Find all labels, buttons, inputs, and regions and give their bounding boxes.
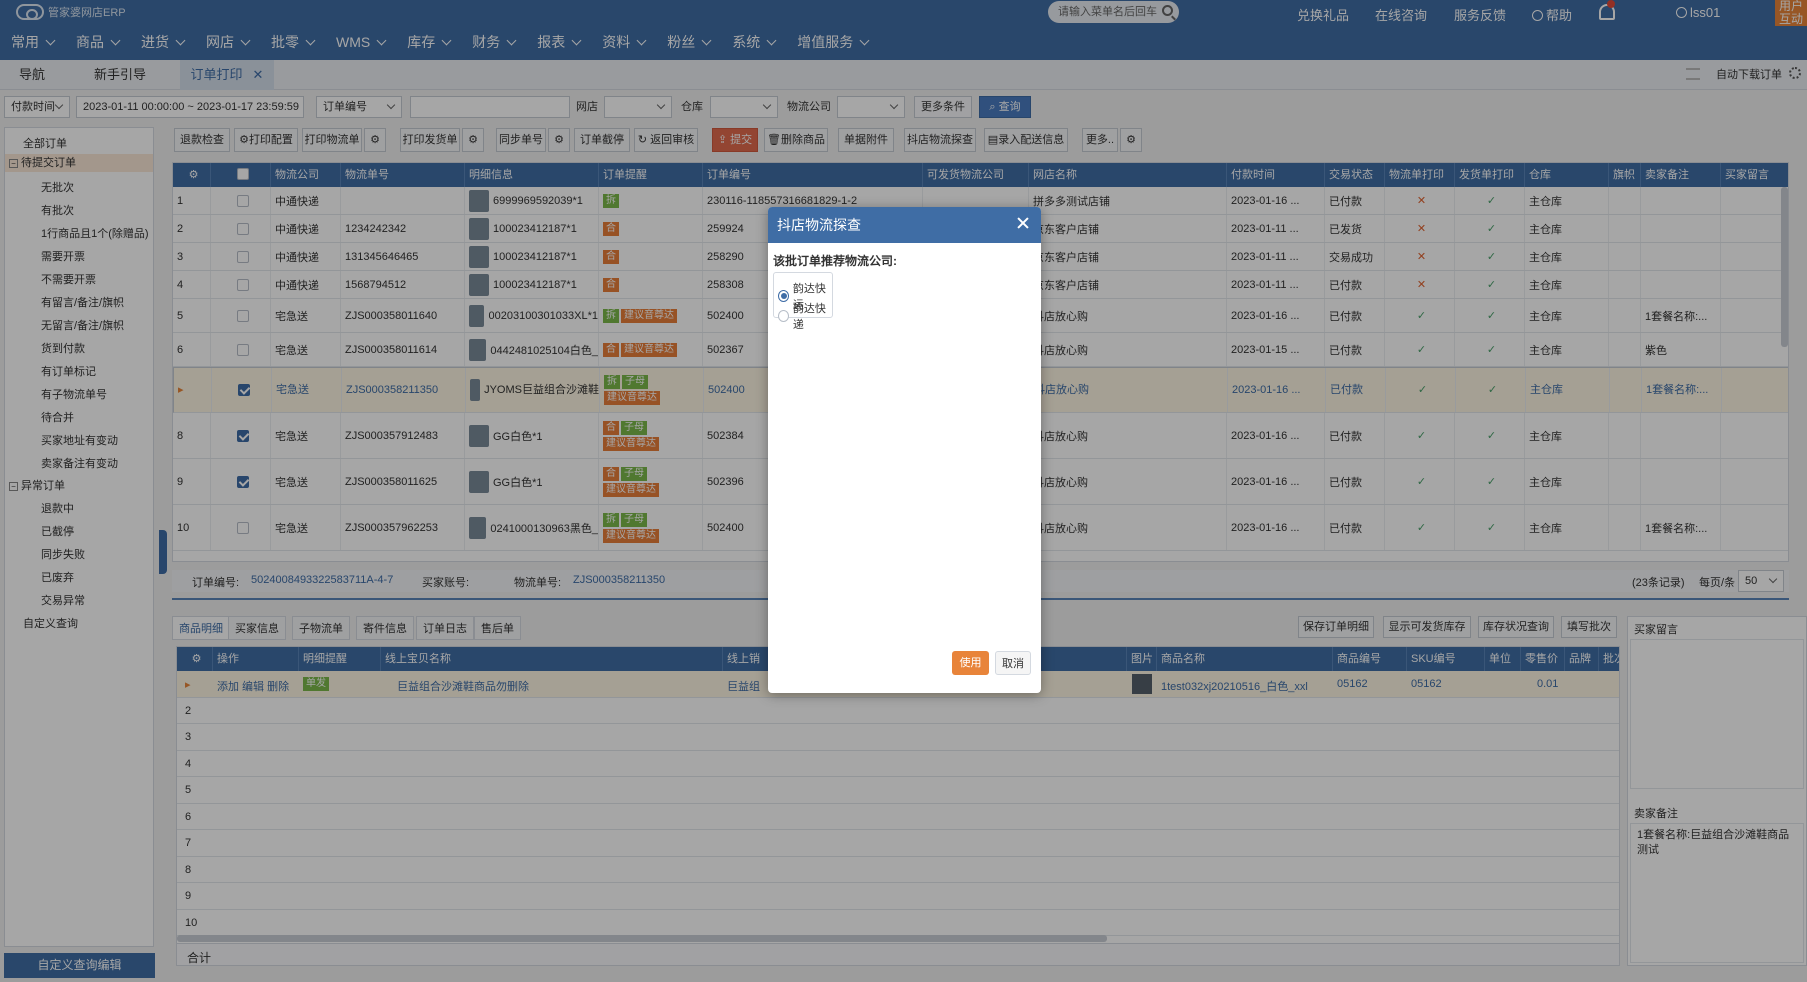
dialog-header: 抖店物流探查 bbox=[768, 207, 1041, 243]
dialog-title: 抖店物流探查 bbox=[777, 217, 861, 233]
dialog-question: 该批订单推荐物流公司: bbox=[773, 254, 897, 268]
douyin-logistics-dialog: 抖店物流探查 该批订单推荐物流公司: 韵达快运 韵达快递 使用 取消 bbox=[768, 207, 1041, 693]
close-icon[interactable] bbox=[1017, 217, 1029, 229]
radio-option-yunda-express[interactable]: 韵达快递 bbox=[778, 300, 832, 332]
use-button[interactable]: 使用 bbox=[952, 651, 989, 675]
radio-option-label: 韵达快递 bbox=[792, 303, 826, 331]
logistics-radio-group: 韵达快运 韵达快递 bbox=[773, 272, 833, 331]
cancel-button[interactable]: 取消 bbox=[995, 651, 1031, 675]
radio-unselected-icon[interactable] bbox=[778, 310, 789, 322]
